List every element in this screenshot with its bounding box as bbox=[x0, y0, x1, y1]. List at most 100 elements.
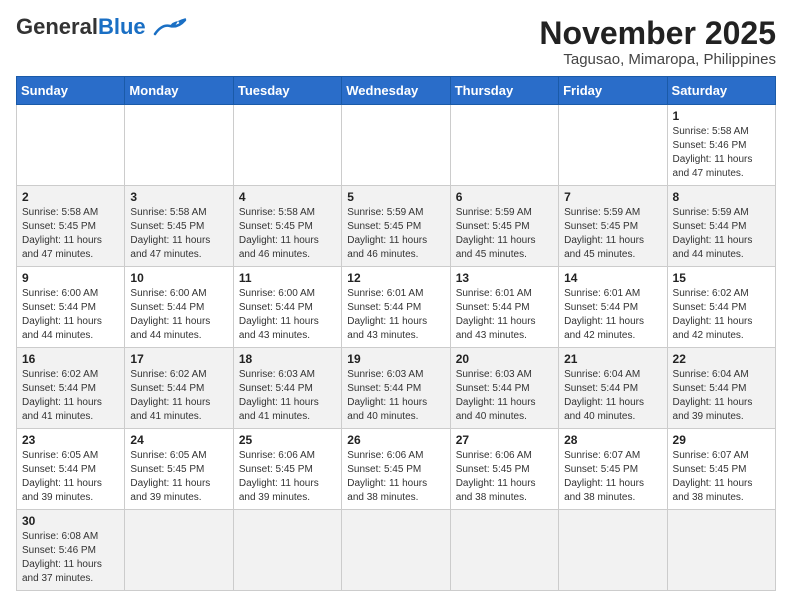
calendar-cell bbox=[125, 510, 233, 591]
day-number: 3 bbox=[130, 190, 227, 204]
day-content: Sunrise: 6:00 AM Sunset: 5:44 PM Dayligh… bbox=[239, 287, 336, 343]
day-content: Sunrise: 6:07 AM Sunset: 5:45 PM Dayligh… bbox=[673, 449, 770, 505]
calendar-cell: 22 Sunrise: 6:04 AM Sunset: 5:44 PM Dayli… bbox=[667, 348, 775, 429]
logo-blue: Blue bbox=[98, 14, 146, 39]
day-number: 16 bbox=[22, 352, 119, 366]
day-number: 18 bbox=[239, 352, 336, 366]
calendar-cell: 15 Sunrise: 6:02 AM Sunset: 5:44 PM Dayli… bbox=[667, 267, 775, 348]
calendar-cell: 2Sunrise: 5:58 AM Sunset: 5:45 PM Daylig… bbox=[17, 186, 125, 267]
day-number: 8 bbox=[673, 190, 770, 204]
day-content: Sunrise: 5:58 AM Sunset: 5:45 PM Dayligh… bbox=[239, 206, 336, 262]
calendar-cell: 27Sunrise: 6:06 AM Sunset: 5:45 PM Dayli… bbox=[450, 429, 558, 510]
location-title: Tagusao, Mimaropa, Philippines bbox=[539, 51, 776, 68]
day-content: Sunrise: 6:06 AM Sunset: 5:45 PM Dayligh… bbox=[347, 449, 444, 505]
day-content: Sunrise: 5:59 AM Sunset: 5:44 PM Dayligh… bbox=[673, 206, 770, 262]
weekday-header-row: SundayMondayTuesdayWednesdayThursdayFrid… bbox=[17, 77, 776, 105]
day-number: 20 bbox=[456, 352, 553, 366]
calendar-table: SundayMondayTuesdayWednesdayThursdayFrid… bbox=[16, 76, 776, 591]
day-number: 24 bbox=[130, 433, 227, 447]
day-content: Sunrise: 5:58 AM Sunset: 5:46 PM Dayligh… bbox=[673, 125, 770, 181]
calendar-cell: 10 Sunrise: 6:00 AM Sunset: 5:44 PM Dayli… bbox=[125, 267, 233, 348]
day-content: Sunrise: 6:01 AM Sunset: 5:44 PM Dayligh… bbox=[456, 287, 553, 343]
weekday-header-saturday: Saturday bbox=[667, 77, 775, 105]
calendar-cell: 23 Sunrise: 6:05 AM Sunset: 5:44 PM Dayli… bbox=[17, 429, 125, 510]
page-header: GeneralBlue November 2025 Tagusao, Mimar… bbox=[16, 16, 776, 68]
day-content: Sunrise: 6:05 AM Sunset: 5:45 PM Dayligh… bbox=[130, 449, 227, 505]
weekday-header-monday: Monday bbox=[125, 77, 233, 105]
calendar-cell bbox=[667, 510, 775, 591]
calendar-cell: 9 Sunrise: 6:00 AM Sunset: 5:44 PM Daylig… bbox=[17, 267, 125, 348]
day-number: 14 bbox=[564, 271, 661, 285]
day-number: 1 bbox=[673, 109, 770, 123]
day-content: Sunrise: 6:02 AM Sunset: 5:44 PM Dayligh… bbox=[130, 368, 227, 424]
calendar-cell: 3 Sunrise: 5:58 AM Sunset: 5:45 PM Daylig… bbox=[125, 186, 233, 267]
logo: GeneralBlue bbox=[16, 16, 190, 38]
day-number: 29 bbox=[673, 433, 770, 447]
day-content: Sunrise: 5:58 AM Sunset: 5:45 PM Dayligh… bbox=[130, 206, 227, 262]
day-content: Sunrise: 6:00 AM Sunset: 5:44 PM Dayligh… bbox=[130, 287, 227, 343]
calendar-cell: 14 Sunrise: 6:01 AM Sunset: 5:44 PM Dayli… bbox=[559, 267, 667, 348]
calendar-cell bbox=[559, 510, 667, 591]
day-number: 6 bbox=[456, 190, 553, 204]
calendar-cell: 24 Sunrise: 6:05 AM Sunset: 5:45 PM Dayli… bbox=[125, 429, 233, 510]
day-content: Sunrise: 6:04 AM Sunset: 5:44 PM Dayligh… bbox=[564, 368, 661, 424]
calendar-week-row: 16 Sunrise: 6:02 AM Sunset: 5:44 PM Dayli… bbox=[17, 348, 776, 429]
weekday-header-friday: Friday bbox=[559, 77, 667, 105]
day-number: 23 bbox=[22, 433, 119, 447]
calendar-week-row: 2 Sunrise: 5:58 AM Sunset: 5:45 PM Daylig… bbox=[17, 186, 776, 267]
title-area: November 2025 Tagusao, Mimaropa, Philipp… bbox=[539, 16, 776, 68]
month-title: November 2025 bbox=[539, 16, 776, 51]
day-number: 7 bbox=[564, 190, 661, 204]
calendar-cell bbox=[450, 105, 558, 186]
calendar-cell: 25Sunrise: 6:06 AM Sunset: 5:45 PM Dayli… bbox=[233, 429, 341, 510]
day-number: 17 bbox=[130, 352, 227, 366]
calendar-cell: 20Sunrise: 6:03 AM Sunset: 5:44 PM Dayli… bbox=[450, 348, 558, 429]
calendar-cell bbox=[559, 105, 667, 186]
calendar-cell: 28 Sunrise: 6:07 AM Sunset: 5:45 PM Dayli… bbox=[559, 429, 667, 510]
logo-text: GeneralBlue bbox=[16, 16, 146, 38]
calendar-cell: 29 Sunrise: 6:07 AM Sunset: 5:45 PM Dayli… bbox=[667, 429, 775, 510]
day-number: 15 bbox=[673, 271, 770, 285]
day-content: Sunrise: 6:02 AM Sunset: 5:44 PM Dayligh… bbox=[673, 287, 770, 343]
calendar-cell bbox=[233, 105, 341, 186]
day-number: 25 bbox=[239, 433, 336, 447]
calendar-cell: 4Sunrise: 5:58 AM Sunset: 5:45 PM Daylig… bbox=[233, 186, 341, 267]
day-number: 27 bbox=[456, 433, 553, 447]
day-content: Sunrise: 6:05 AM Sunset: 5:44 PM Dayligh… bbox=[22, 449, 119, 505]
calendar-cell bbox=[450, 510, 558, 591]
day-number: 2 bbox=[22, 190, 119, 204]
day-content: Sunrise: 6:01 AM Sunset: 5:44 PM Dayligh… bbox=[564, 287, 661, 343]
calendar-cell: 18Sunrise: 6:03 AM Sunset: 5:44 PM Dayli… bbox=[233, 348, 341, 429]
weekday-header-tuesday: Tuesday bbox=[233, 77, 341, 105]
day-content: Sunrise: 6:04 AM Sunset: 5:44 PM Dayligh… bbox=[673, 368, 770, 424]
calendar-cell: 12Sunrise: 6:01 AM Sunset: 5:44 PM Dayli… bbox=[342, 267, 450, 348]
logo-bird-icon bbox=[150, 16, 190, 38]
calendar-cell: 30 Sunrise: 6:08 AM Sunset: 5:46 PM Dayli… bbox=[17, 510, 125, 591]
calendar-week-row: 9 Sunrise: 6:00 AM Sunset: 5:44 PM Daylig… bbox=[17, 267, 776, 348]
day-number: 10 bbox=[130, 271, 227, 285]
weekday-header-thursday: Thursday bbox=[450, 77, 558, 105]
day-number: 19 bbox=[347, 352, 444, 366]
calendar-cell: 1 Sunrise: 5:58 AM Sunset: 5:46 PM Daylig… bbox=[667, 105, 775, 186]
day-number: 9 bbox=[22, 271, 119, 285]
day-number: 22 bbox=[673, 352, 770, 366]
day-number: 21 bbox=[564, 352, 661, 366]
day-content: Sunrise: 6:08 AM Sunset: 5:46 PM Dayligh… bbox=[22, 530, 119, 586]
calendar-cell: 11Sunrise: 6:00 AM Sunset: 5:44 PM Dayli… bbox=[233, 267, 341, 348]
calendar-cell: 7 Sunrise: 5:59 AM Sunset: 5:45 PM Daylig… bbox=[559, 186, 667, 267]
day-number: 28 bbox=[564, 433, 661, 447]
calendar-cell bbox=[342, 105, 450, 186]
day-content: Sunrise: 5:59 AM Sunset: 5:45 PM Dayligh… bbox=[456, 206, 553, 262]
logo-general: General bbox=[16, 14, 98, 39]
day-number: 13 bbox=[456, 271, 553, 285]
day-content: Sunrise: 6:07 AM Sunset: 5:45 PM Dayligh… bbox=[564, 449, 661, 505]
calendar-week-row: 30 Sunrise: 6:08 AM Sunset: 5:46 PM Dayli… bbox=[17, 510, 776, 591]
calendar-week-row: 23 Sunrise: 6:05 AM Sunset: 5:44 PM Dayli… bbox=[17, 429, 776, 510]
day-content: Sunrise: 5:59 AM Sunset: 5:45 PM Dayligh… bbox=[564, 206, 661, 262]
weekday-header-sunday: Sunday bbox=[17, 77, 125, 105]
day-number: 30 bbox=[22, 514, 119, 528]
day-content: Sunrise: 6:02 AM Sunset: 5:44 PM Dayligh… bbox=[22, 368, 119, 424]
calendar-cell: 21 Sunrise: 6:04 AM Sunset: 5:44 PM Dayli… bbox=[559, 348, 667, 429]
day-content: Sunrise: 6:00 AM Sunset: 5:44 PM Dayligh… bbox=[22, 287, 119, 343]
calendar-cell bbox=[233, 510, 341, 591]
